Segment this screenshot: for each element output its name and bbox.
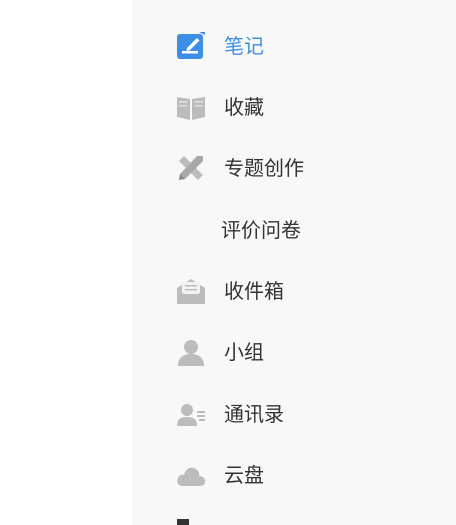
cut-off-icon (177, 519, 189, 525)
sidebar-item-label: 评价问卷 (221, 218, 301, 242)
sidebar-item-label: 收藏 (224, 95, 264, 119)
pencil-ruler-icon (175, 153, 207, 183)
sidebar-item-label: 通讯录 (224, 402, 284, 426)
sidebar-item-label: 专题创作 (224, 156, 304, 180)
mail-icon (175, 276, 207, 306)
sidebar-item-cloud-drive[interactable]: 云盘 (132, 450, 456, 500)
sidebar-item-inbox[interactable]: 收件箱 (132, 266, 456, 316)
sidebar-item-topic-creation[interactable]: 专题创作 (132, 143, 456, 193)
page: 笔记 收藏 专题创作 评价问卷 收件箱 小组 通讯录 云盘 (0, 0, 456, 525)
user-icon (175, 337, 207, 367)
sidebar-item-label: 笔记 (224, 34, 264, 58)
sidebar-item-survey[interactable]: 评价问卷 (132, 205, 456, 255)
sidebar-item-label: 收件箱 (224, 279, 284, 303)
edit-note-icon (175, 31, 207, 61)
sidebar-item-contacts[interactable]: 通讯录 (132, 389, 456, 439)
cloud-icon (175, 460, 207, 490)
sidebar-item-label: 小组 (224, 340, 264, 364)
sidebar: 笔记 收藏 专题创作 评价问卷 收件箱 小组 通讯录 云盘 (132, 0, 456, 525)
sidebar-item-label: 云盘 (224, 463, 264, 487)
sidebar-item-favorites[interactable]: 收藏 (132, 82, 456, 132)
sidebar-item-notes[interactable]: 笔记 (132, 21, 456, 71)
book-icon (175, 92, 207, 122)
sidebar-item-groups[interactable]: 小组 (132, 327, 456, 377)
contacts-icon (175, 399, 207, 429)
